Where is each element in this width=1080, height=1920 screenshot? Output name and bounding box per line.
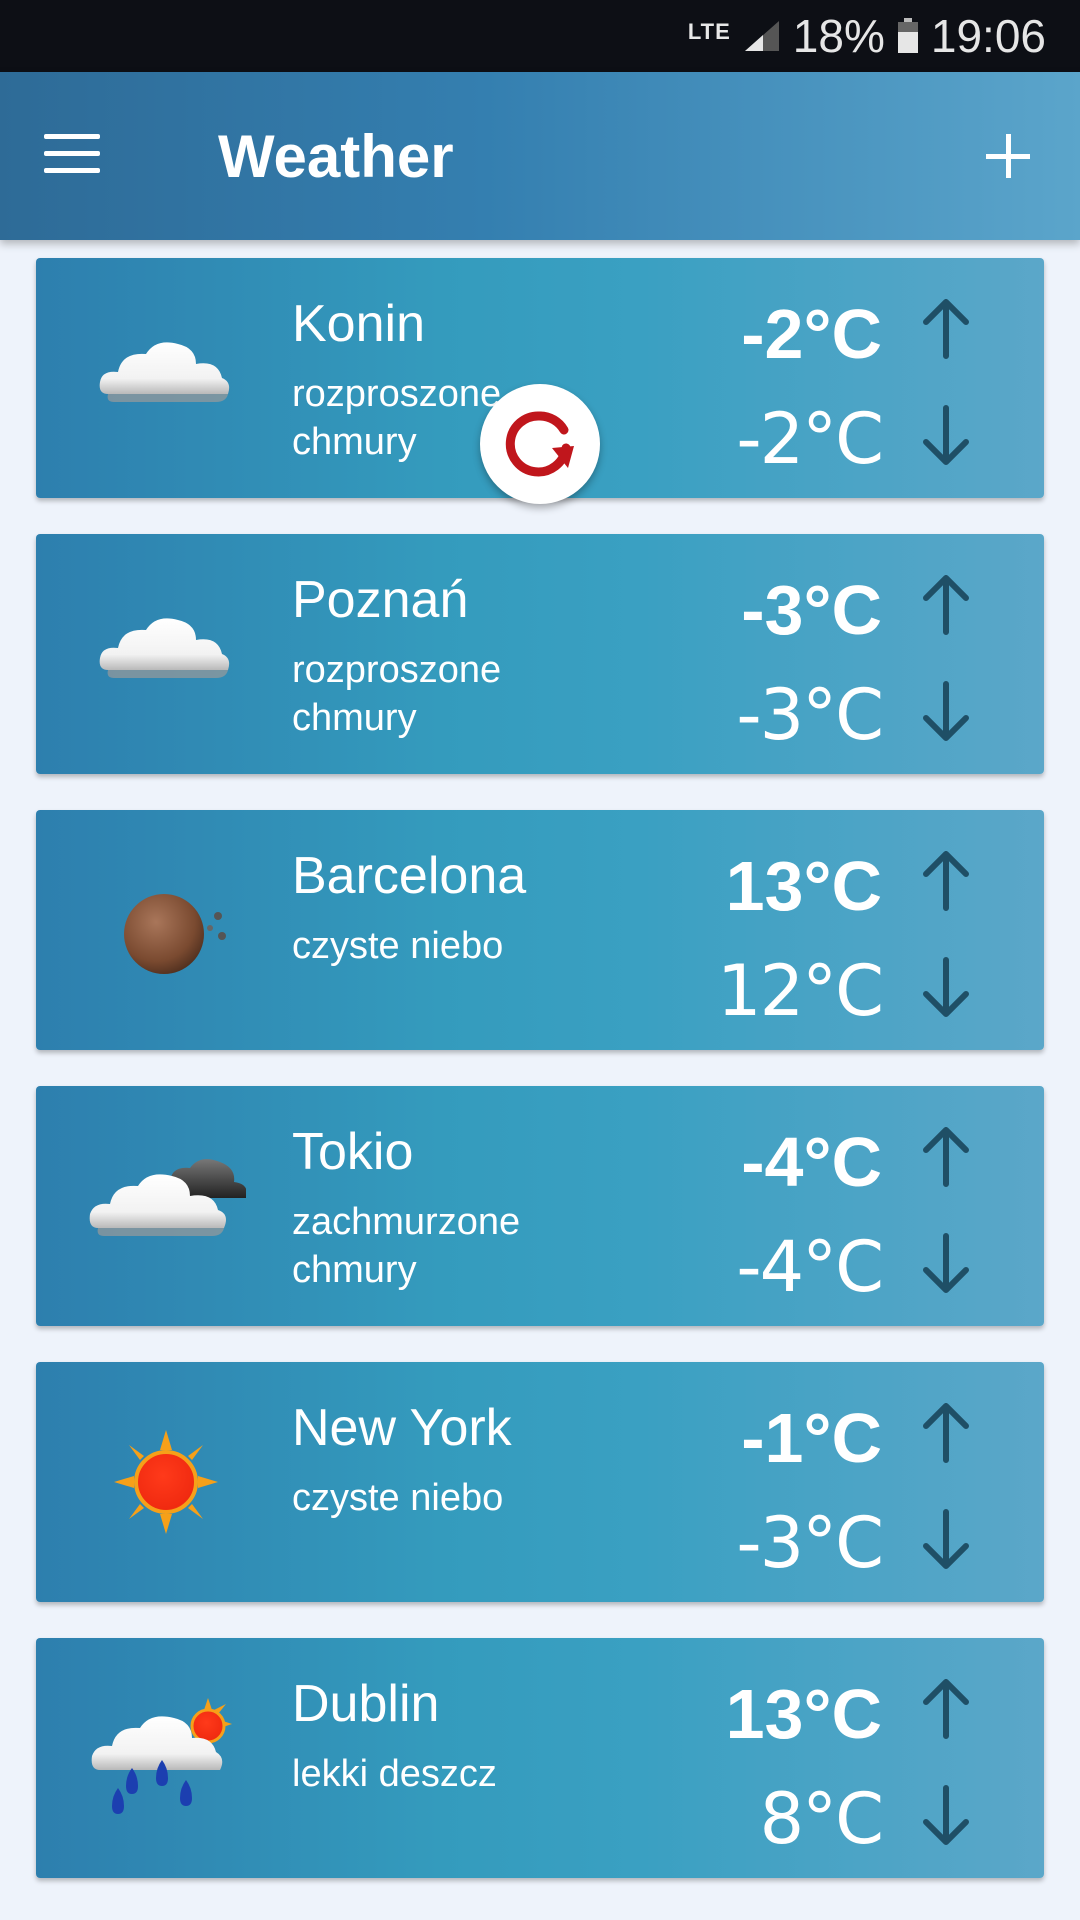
arrow-down-icon (923, 1233, 969, 1293)
temperature-min: -3°C (736, 674, 884, 756)
temperature-max: -2°C (741, 295, 882, 373)
arrow-up-icon (923, 1679, 969, 1739)
arrow-down-icon (923, 957, 969, 1017)
arrow-up-icon (923, 851, 969, 911)
signal-icon (743, 19, 781, 53)
arrow-up-icon (923, 299, 969, 359)
city-list: Konin rozproszone chmury -2°C -2°C Pozna… (36, 258, 1044, 1914)
night-moon-icon (86, 850, 246, 1010)
temperature-max: -4°C (741, 1123, 882, 1201)
city-card[interactable]: Barcelona czyste niebo 13°C 12°C (36, 810, 1044, 1050)
temperature-max: 13°C (725, 1675, 882, 1753)
cloud-icon (86, 298, 246, 458)
arrow-down-icon (923, 1509, 969, 1569)
plus-icon[interactable] (986, 134, 1030, 178)
weather-description: zachmurzone chmury (292, 1201, 521, 1291)
temperature-max: 13°C (725, 847, 882, 925)
cloud-icon (86, 574, 246, 734)
temperature-max: -1°C (741, 1399, 882, 1477)
overcast-clouds-icon (86, 1126, 247, 1286)
temperature-max: -3°C (741, 571, 882, 649)
city-name: Tokio (292, 1123, 414, 1181)
app-title: Weather (218, 123, 454, 190)
refresh-icon (505, 411, 574, 477)
battery-icon (897, 18, 919, 54)
arrow-down-icon (923, 405, 969, 465)
weather-description: rozproszone chmury (292, 649, 502, 739)
weather-description: lekki deszcz (292, 1753, 497, 1795)
weather-description: czyste niebo (292, 1477, 504, 1519)
refresh-button[interactable] (480, 384, 600, 504)
hamburger-menu-icon[interactable] (44, 134, 100, 174)
arrow-down-icon (923, 681, 969, 741)
status-bar: LTE 18% 19:06 (0, 0, 1080, 72)
city-card[interactable]: Tokio zachmurzone chmury -4°C -4°C (36, 1086, 1044, 1326)
city-name: Barcelona (292, 847, 527, 905)
city-card[interactable]: Dublin lekki deszcz 13°C 8°C (36, 1638, 1044, 1878)
city-name: Konin (292, 295, 425, 353)
city-card[interactable]: Poznań rozproszone chmury -3°C -3°C (36, 534, 1044, 774)
arrow-up-icon (923, 1127, 969, 1187)
temperature-min: 8°C (759, 1778, 884, 1860)
temperature-min: -3°C (736, 1502, 884, 1584)
battery-percent: 18% (792, 10, 885, 62)
city-name: Dublin (292, 1675, 440, 1733)
app-bar: Weather (0, 72, 1080, 240)
arrow-down-icon (923, 1785, 969, 1845)
city-name: New York (292, 1399, 512, 1457)
weather-description: czyste niebo (292, 925, 504, 967)
temperature-min: -2°C (736, 398, 884, 480)
light-rain-icon (86, 1678, 246, 1838)
city-name: Poznań (292, 571, 469, 629)
arrow-up-icon (923, 575, 969, 635)
sun-icon (86, 1402, 246, 1562)
temperature-min: 12°C (717, 950, 884, 1032)
arrow-up-icon (923, 1403, 969, 1463)
network-type: LTE (687, 19, 731, 44)
clock: 19:06 (930, 10, 1046, 62)
city-card[interactable]: New York czyste niebo -1°C -3°C (36, 1362, 1044, 1602)
temperature-min: -4°C (736, 1226, 884, 1308)
